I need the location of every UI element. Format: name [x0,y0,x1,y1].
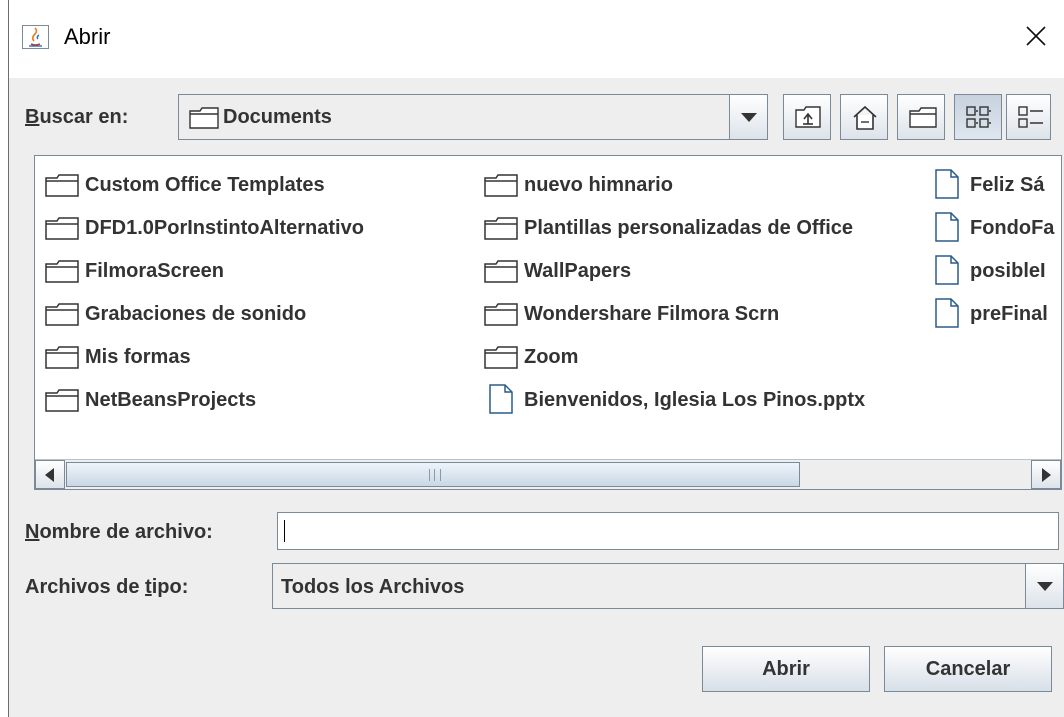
java-app-icon [22,25,49,49]
file-name-text: Custom Office Templates [85,174,325,196]
file-list[interactable]: Custom Office Templates DFD1.0PorInstinto… [34,155,1062,490]
file-type-combo[interactable]: Todos los Archivos [272,563,1064,609]
file-name-text: Bienvenidos, Iglesia Los Pinos.pptx [524,389,866,411]
list-view-icon [966,106,991,128]
home-icon [853,105,877,130]
file-type-label: Archivos de tipo: [25,576,189,598]
scroll-right-button[interactable] [1031,460,1061,489]
file-name-text: FilmoraScreen [85,260,224,282]
look-in-dropdown-button[interactable] [729,95,767,139]
file-name-text: Mis formas [85,346,191,368]
chevron-down-icon [741,113,757,122]
file-name-text: nuevo himnario [524,174,673,196]
file-type-dropdown-button[interactable] [1025,564,1063,608]
close-icon[interactable] [1022,22,1050,50]
look-in-combo[interactable]: Documents [178,94,768,140]
up-folder-icon [795,106,821,128]
new-folder-icon [909,107,937,128]
scroll-left-button[interactable] [35,460,65,489]
scrollbar-thumb[interactable] [66,462,800,487]
details-view-icon [1018,106,1043,128]
home-button[interactable] [840,94,888,140]
new-folder-button[interactable] [897,94,945,140]
file-name-text: DFD1.0PorInstintoAlternativo [85,217,364,239]
details-view-button[interactable] [1006,94,1051,140]
file-name-text: NetBeansProjects [85,389,257,411]
cancel-button[interactable]: Cancelar [884,646,1052,692]
look-in-label: Buscar en: [25,106,129,128]
list-view-button[interactable] [954,94,1002,140]
up-one-level-button[interactable] [783,94,831,140]
horizontal-scrollbar[interactable] [35,459,1061,489]
background-window-edge [0,0,9,717]
file-type-value: Todos los Archivos [281,576,465,598]
arrow-right-icon [1042,468,1051,482]
file-name-text: Plantillas personalizadas de Office [524,217,854,239]
arrow-left-icon [45,468,54,482]
file-name-text: WallPapers [524,260,632,282]
text-caret [284,520,285,542]
chevron-down-icon [1037,582,1053,591]
file-name-text: FondoFa [970,217,1055,239]
window-title: Abrir [64,24,111,49]
file-name-text: preFinal [970,303,1048,325]
file-name-text: Grabaciones de sonido [85,303,307,325]
file-name-text: Zoom [524,346,579,368]
folder-icon [189,107,219,129]
file-name-text: posibleI [970,260,1046,282]
grip-icon [429,469,441,481]
file-name-text: Feliz Sá [970,174,1045,196]
look-in-value: Documents [223,106,332,128]
file-name-input[interactable] [277,512,1059,550]
file-name-label: Nombre de archivo: [25,521,213,543]
open-button[interactable]: Abrir [702,646,870,692]
file-name-text: Wondershare Filmora Scrn [524,303,780,325]
open-dialog: Abrir Buscar en: Documents Custom Office… [9,0,1064,717]
title-bar: Abrir [9,0,1064,78]
